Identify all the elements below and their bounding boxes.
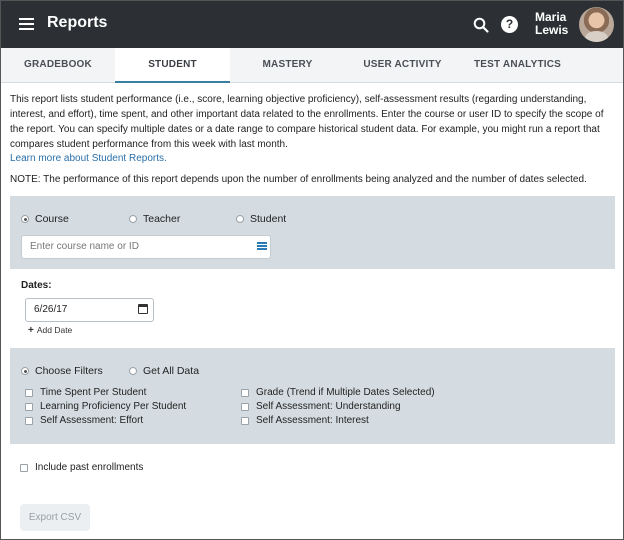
export-csv-button[interactable]: Export CSV bbox=[20, 504, 90, 531]
add-date-label: Add Date bbox=[36, 325, 73, 335]
filter-time-spent-checkbox[interactable]: Time Spent Per Student bbox=[25, 387, 146, 398]
checkbox-label: Time Spent Per Student bbox=[40, 387, 147, 398]
radio-indicator bbox=[129, 367, 137, 375]
plus-icon: + bbox=[28, 325, 34, 336]
radio-label: Choose Filters bbox=[35, 365, 103, 377]
choose-filters-radio[interactable]: Choose Filters bbox=[21, 365, 103, 377]
date-field[interactable]: 6/26/17 bbox=[25, 298, 154, 322]
scope-student-radio[interactable]: Student bbox=[236, 213, 286, 225]
add-date-button[interactable]: + Add Date bbox=[28, 325, 72, 336]
get-all-data-radio[interactable]: Get All Data bbox=[129, 365, 199, 377]
checkbox-box bbox=[25, 402, 33, 411]
tab-mastery[interactable]: MASTERY bbox=[230, 48, 345, 83]
help-icon[interactable]: ? bbox=[501, 16, 518, 33]
learn-more-link[interactable]: Learn more about Student Reports. bbox=[10, 153, 167, 164]
report-tabs: GRADEBOOK STUDENT MASTERY USER ACTIVITY … bbox=[1, 48, 623, 83]
radio-label: Teacher bbox=[143, 213, 181, 225]
page-title: Reports bbox=[47, 14, 108, 31]
checkbox-label: Learning Proficiency Per Student bbox=[40, 401, 187, 412]
checkbox-box bbox=[20, 463, 28, 472]
scope-course-radio[interactable]: Course bbox=[21, 213, 69, 225]
user-name[interactable]: Maria Lewis bbox=[535, 11, 568, 37]
checkbox-label: Self Assessment: Interest bbox=[256, 415, 369, 426]
checkbox-box bbox=[241, 416, 249, 425]
radio-indicator bbox=[129, 215, 137, 223]
checkbox-label: Grade (Trend if Multiple Dates Selected) bbox=[256, 387, 435, 398]
search-icon[interactable] bbox=[472, 16, 490, 34]
filter-interest-checkbox[interactable]: Self Assessment: Interest bbox=[241, 415, 369, 426]
include-past-enrollments-checkbox[interactable]: Include past enrollments bbox=[20, 462, 143, 473]
checkbox-box bbox=[241, 388, 249, 397]
user-last-name: Lewis bbox=[535, 23, 569, 37]
checkbox-label: Self Assessment: Effort bbox=[40, 415, 144, 426]
calendar-icon[interactable] bbox=[138, 304, 148, 314]
radio-indicator bbox=[236, 215, 244, 223]
course-search-input[interactable]: Enter course name or ID bbox=[21, 235, 271, 259]
report-description: This report lists student performance (i… bbox=[10, 94, 604, 150]
filter-grade-checkbox[interactable]: Grade (Trend if Multiple Dates Selected) bbox=[241, 387, 435, 398]
filter-learning-proficiency-checkbox[interactable]: Learning Proficiency Per Student bbox=[25, 401, 186, 412]
checkbox-box bbox=[241, 402, 249, 411]
report-window: Reports ? Maria Lewis GRADEBOOK STUDENT … bbox=[0, 0, 624, 540]
checkbox-box bbox=[25, 416, 33, 425]
checkbox-box bbox=[25, 388, 33, 397]
tab-gradebook[interactable]: GRADEBOOK bbox=[1, 48, 115, 83]
filter-effort-checkbox[interactable]: Self Assessment: Effort bbox=[25, 415, 143, 426]
performance-note: NOTE: The performance of this report dep… bbox=[10, 174, 587, 185]
avatar[interactable] bbox=[579, 7, 614, 42]
tab-user-activity[interactable]: USER ACTIVITY bbox=[345, 48, 460, 83]
radio-label: Student bbox=[250, 213, 287, 225]
radio-label: Course bbox=[35, 213, 69, 225]
scope-teacher-radio[interactable]: Teacher bbox=[129, 213, 180, 225]
radio-label: Get All Data bbox=[143, 365, 200, 377]
radio-indicator bbox=[21, 367, 29, 375]
tab-student[interactable]: STUDENT bbox=[115, 48, 230, 83]
tab-test-analytics[interactable]: TEST ANALYTICS bbox=[460, 48, 575, 83]
list-icon[interactable] bbox=[257, 242, 267, 251]
radio-indicator bbox=[21, 215, 29, 223]
checkbox-label: Self Assessment: Understanding bbox=[256, 401, 401, 412]
menu-icon[interactable] bbox=[19, 18, 34, 30]
filter-understanding-checkbox[interactable]: Self Assessment: Understanding bbox=[241, 401, 401, 412]
checkbox-label: Include past enrollments bbox=[35, 462, 144, 473]
app-header: Reports ? Maria Lewis bbox=[1, 1, 623, 48]
dates-label: Dates: bbox=[21, 280, 52, 291]
